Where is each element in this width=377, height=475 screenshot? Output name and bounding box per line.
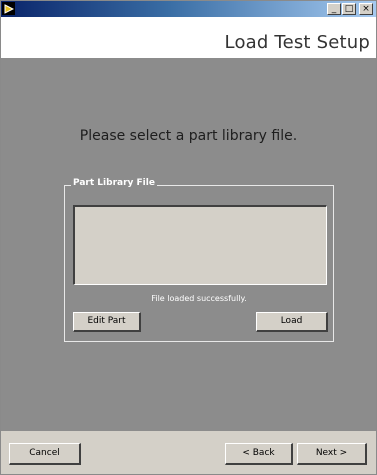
app-window: _ □ × Load Test Setup Please select a pa…: [0, 0, 377, 475]
wizard-header: Load Test Setup: [1, 17, 376, 58]
part-library-groupbox: Part Library File File loaded successful…: [64, 178, 334, 342]
back-button[interactable]: < Back: [225, 443, 293, 465]
content-panel: Please select a part library file. Part …: [1, 58, 376, 431]
title-bar[interactable]: _ □ ×: [1, 1, 376, 17]
maximize-icon: □: [344, 4, 354, 14]
load-label: Load: [280, 316, 303, 326]
cancel-button[interactable]: Cancel: [9, 443, 81, 465]
instruction-text: Please select a part library file.: [79, 128, 298, 144]
part-library-listbox[interactable]: [73, 205, 327, 285]
back-label: < Back: [242, 448, 275, 458]
page-title: Load Test Setup: [224, 32, 370, 53]
next-label: Next >: [315, 448, 348, 458]
edit-part-label: Edit Part: [87, 316, 126, 326]
minimize-icon: _: [331, 4, 337, 14]
close-icon: ×: [362, 4, 370, 14]
minimize-button[interactable]: _: [327, 3, 341, 15]
wizard-footer: Cancel < Back Next >: [1, 431, 376, 474]
cancel-label: Cancel: [29, 448, 60, 458]
maximize-button[interactable]: □: [342, 3, 356, 15]
groupbox-label: Part Library File: [71, 178, 157, 188]
close-button[interactable]: ×: [359, 3, 373, 15]
next-button[interactable]: Next >: [297, 443, 367, 465]
app-icon[interactable]: [2, 2, 15, 15]
load-button[interactable]: Load: [256, 312, 328, 332]
status-message: File loaded successfully.: [151, 294, 247, 303]
edit-part-button[interactable]: Edit Part: [73, 312, 141, 332]
